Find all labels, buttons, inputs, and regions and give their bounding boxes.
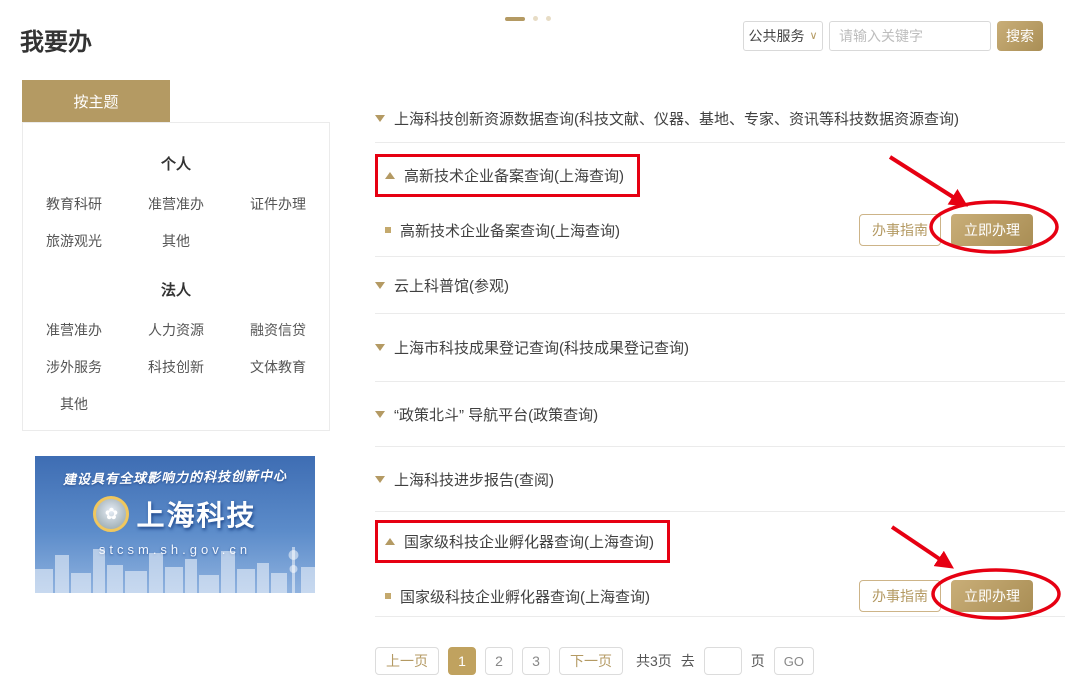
goto-page-input[interactable] (704, 647, 742, 675)
tab-by-theme[interactable]: 按主题 (22, 80, 170, 122)
annotation-red-box: 国家级科技企业孵化器查询(上海查询) (375, 520, 670, 563)
city-skyline-graphic (35, 541, 315, 593)
triangle-down-icon (375, 476, 385, 483)
apply-now-button[interactable]: 立即办理 (951, 214, 1033, 246)
sidebar-item-culture-education[interactable]: 文体教育 (227, 357, 329, 377)
banner-brand-row: ✿ 上海科技 (35, 494, 315, 534)
search-input[interactable] (829, 21, 991, 51)
chevron-down-icon: ∨ (809, 31, 817, 42)
apply-now-button[interactable]: 立即办理 (951, 580, 1033, 612)
promo-banner[interactable]: 建设具有全球影响力的科技创新中心 ✿ 上海科技 stcsm.sh.gov.cn (35, 456, 315, 593)
page-button-3[interactable]: 3 (522, 647, 550, 675)
carousel-dot[interactable] (533, 16, 538, 21)
triangle-up-icon (385, 172, 395, 179)
banner-slogan: 建设具有全球影响力的科技创新中心 (35, 465, 315, 489)
sidebar-item-licensing[interactable]: 准营准办 (125, 194, 227, 214)
triangle-down-icon (375, 344, 385, 351)
page-button-1[interactable]: 1 (448, 647, 476, 675)
guide-button[interactable]: 办事指南 (859, 214, 941, 246)
sidebar-item-tourism[interactable]: 旅游观光 (23, 231, 125, 251)
sidebar-item-legal-licensing[interactable]: 准营准办 (23, 320, 125, 340)
sidebar-item-financing[interactable]: 融资信贷 (227, 320, 329, 340)
service-row-cloud-museum[interactable]: 云上科普馆(参观) (375, 257, 1065, 314)
service-row-policy-beidou[interactable]: “政策北斗” 导航平台(政策查询) (375, 382, 1065, 447)
triangle-up-icon (385, 538, 395, 545)
page-title: 我要办 (20, 22, 92, 57)
service-list: 上海科技创新资源数据查询(科技文献、仪器、基地、专家、资讯等科技数据资源查询) … (375, 95, 1065, 675)
service-title: 云上科普馆(参观) (394, 275, 509, 296)
sidebar-item-tech-innovation[interactable]: 科技创新 (125, 357, 227, 377)
page-unit-label: 页 (751, 651, 765, 671)
service-row-national-incubator: 国家级科技企业孵化器查询(上海查询) 国家级科技企业孵化器查询(上海查询) 办事… (375, 512, 1065, 617)
service-row-achievement-registration[interactable]: 上海市科技成果登记查询(科技成果登记查询) (375, 314, 1065, 382)
search-button[interactable]: 搜索 (997, 21, 1043, 51)
service-sub-label[interactable]: 国家级科技企业孵化器查询(上海查询) (400, 586, 650, 607)
guide-button[interactable]: 办事指南 (859, 580, 941, 612)
goto-label: 去 (681, 651, 695, 671)
service-title: 上海科技创新资源数据查询(科技文献、仪器、基地、专家、资讯等科技数据资源查询) (394, 108, 959, 129)
personal-categories: 教育科研 准营准办 证件办理 旅游观光 其他 (23, 194, 329, 251)
total-pages-label: 共3页 (636, 651, 672, 671)
sidebar-item-edu-research[interactable]: 教育科研 (23, 194, 125, 214)
carousel-indicator (505, 16, 551, 21)
prev-page-button[interactable]: 上一页 (375, 647, 439, 675)
service-title: “政策北斗” 导航平台(政策查询) (394, 404, 598, 425)
service-title: 上海市科技成果登记查询(科技成果登记查询) (394, 337, 689, 358)
shanghai-tech-logo-icon: ✿ (93, 496, 129, 532)
sidebar-item-certificates[interactable]: 证件办理 (227, 194, 329, 214)
triangle-down-icon (375, 115, 385, 122)
legal-categories: 准营准办 人力资源 融资信贷 涉外服务 科技创新 文体教育 其他 (23, 320, 329, 414)
service-sub-row: 高新技术企业备案查询(上海查询) 办事指南 立即办理 (375, 213, 1065, 247)
service-title[interactable]: 国家级科技企业孵化器查询(上海查询) (404, 531, 654, 552)
square-bullet-icon (385, 593, 391, 599)
next-page-button[interactable]: 下一页 (559, 647, 623, 675)
page-button-2[interactable]: 2 (485, 647, 513, 675)
pagination: 上一页 1 2 3 下一页 共3页 去 页 GO (375, 647, 1065, 675)
service-row-innovation-resources[interactable]: 上海科技创新资源数据查询(科技文献、仪器、基地、专家、资讯等科技数据资源查询) (375, 95, 1065, 143)
go-button[interactable]: GO (774, 647, 814, 675)
banner-brand-text: 上海科技 (136, 494, 256, 534)
annotation-red-box: 高新技术企业备案查询(上海查询) (375, 154, 640, 197)
group-heading-personal: 个人 (23, 153, 329, 174)
group-heading-legal: 法人 (23, 279, 329, 300)
search-category-select[interactable]: 公共服务 ∨ (743, 21, 823, 51)
service-sub-row: 国家级科技企业孵化器查询(上海查询) 办事指南 立即办理 (375, 579, 1065, 613)
search-bar: 公共服务 ∨ 搜索 (743, 21, 1043, 51)
page-root: 我要办 公共服务 ∨ 搜索 按主题 个人 教育科研 准营准办 证件办理 旅游观光… (0, 0, 1080, 693)
square-bullet-icon (385, 227, 391, 233)
sidebar-item-personal-other[interactable]: 其他 (125, 231, 227, 251)
triangle-down-icon (375, 411, 385, 418)
service-sub-label[interactable]: 高新技术企业备案查询(上海查询) (400, 220, 620, 241)
sidebar-item-foreign-services[interactable]: 涉外服务 (23, 357, 125, 377)
search-category-value: 公共服务 (748, 26, 804, 46)
carousel-dot[interactable] (546, 16, 551, 21)
sidebar-item-hr[interactable]: 人力资源 (125, 320, 227, 340)
service-row-hightech-filing: 高新技术企业备案查询(上海查询) 高新技术企业备案查询(上海查询) 办事指南 立… (375, 143, 1065, 257)
service-title[interactable]: 高新技术企业备案查询(上海查询) (404, 165, 624, 186)
triangle-down-icon (375, 282, 385, 289)
carousel-active-bar[interactable] (505, 17, 525, 21)
sidebar-item-legal-other[interactable]: 其他 (23, 394, 125, 414)
service-title: 上海科技进步报告(查阅) (394, 469, 554, 490)
theme-panel: 个人 教育科研 准营准办 证件办理 旅游观光 其他 法人 准营准办 人力资源 融… (22, 122, 330, 431)
service-row-progress-report[interactable]: 上海科技进步报告(查阅) (375, 447, 1065, 512)
